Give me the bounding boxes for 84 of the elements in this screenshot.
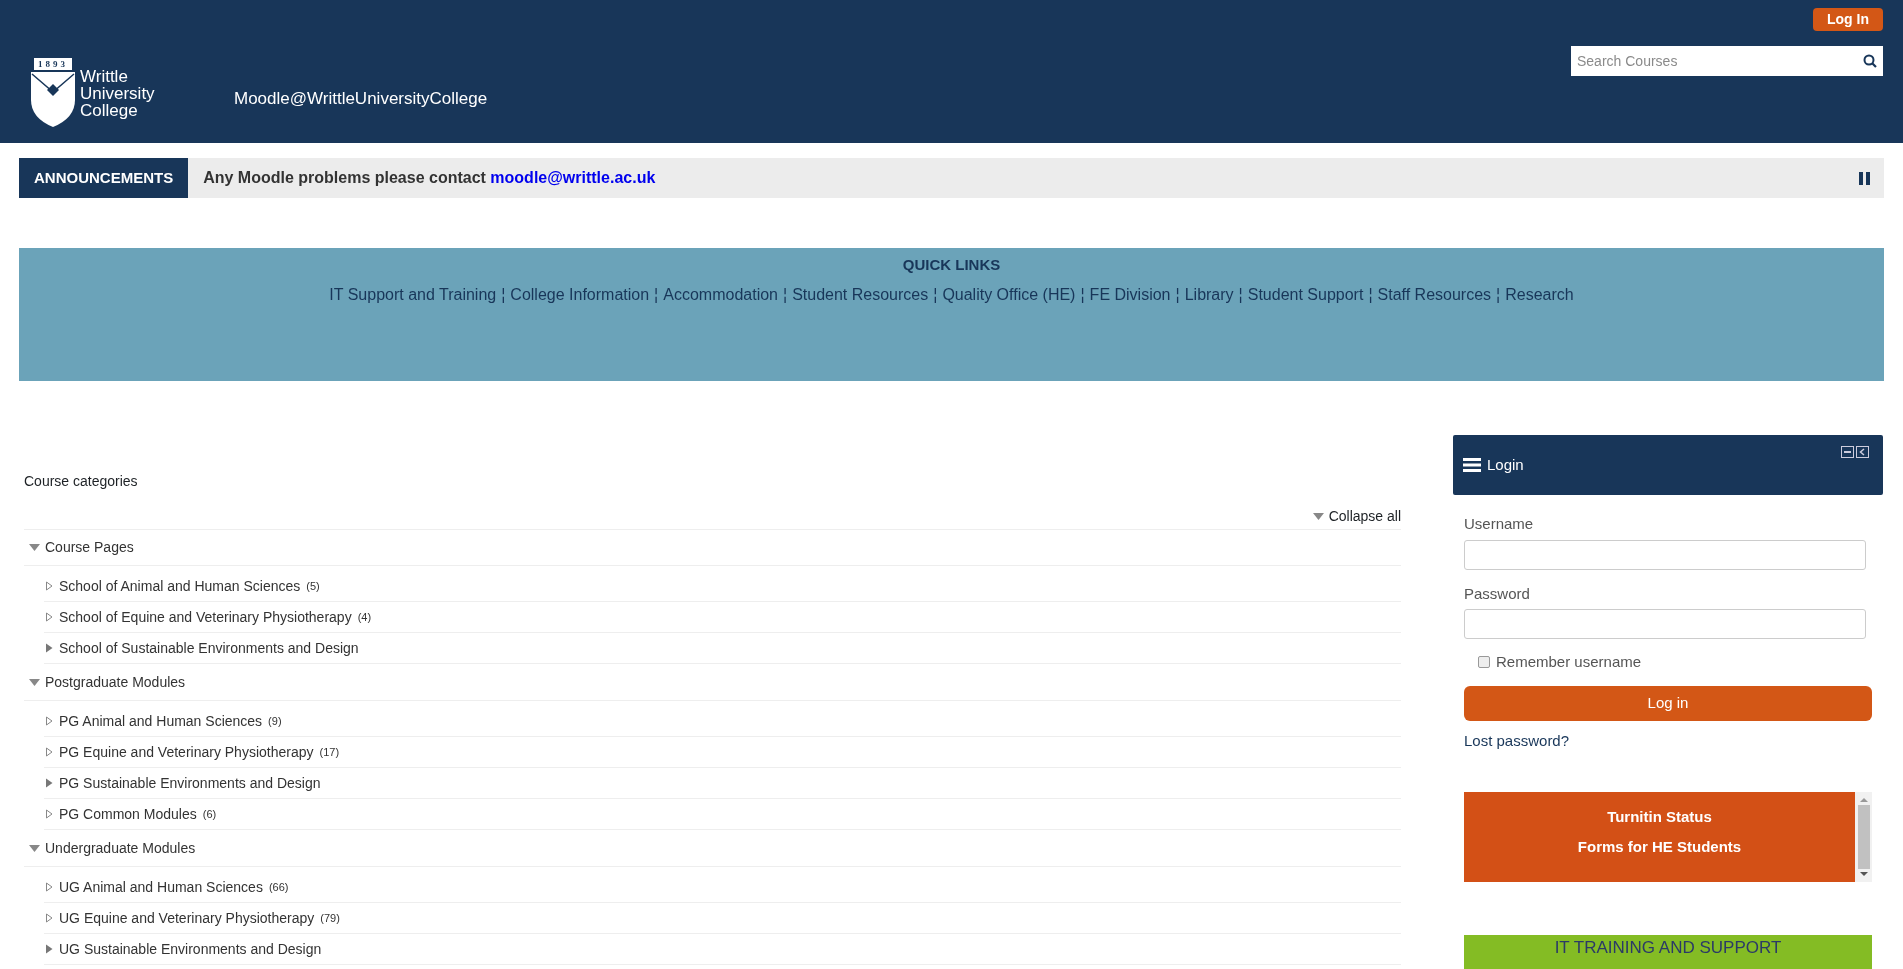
logo-year: 1893 — [34, 58, 72, 70]
logo-text: University — [80, 85, 155, 102]
caret-right-icon[interactable] — [46, 778, 53, 788]
link-separator: ¦ — [501, 284, 506, 305]
password-label: Password — [1464, 583, 1531, 604]
log-in-button[interactable]: Log in — [1464, 685, 1872, 721]
link-separator: ¦ — [654, 284, 659, 305]
caret-right-outline-icon[interactable] — [46, 581, 53, 591]
category-link[interactable]: Undergraduate Modules — [45, 838, 196, 859]
link-separator: ¦ — [1175, 284, 1180, 305]
quick-links-title: QUICK LINKS — [902, 255, 1001, 275]
subcategory-link[interactable]: PG Sustainable Environments and Design — [59, 772, 321, 794]
caret-down-icon[interactable] — [29, 679, 40, 686]
site-title[interactable]: Moodle@WrittleUniversityCollege — [234, 86, 488, 112]
login-button[interactable]: Log In — [1813, 8, 1883, 31]
remember-username-label[interactable]: Remember username — [1496, 651, 1642, 674]
category-link[interactable]: Postgraduate Modules — [45, 672, 186, 693]
quick-link[interactable]: Student Support — [1247, 282, 1364, 307]
caret-down-icon[interactable] — [29, 544, 40, 551]
subcategory-link[interactable]: UG Equine and Veterinary Physiotherapy — [59, 907, 315, 929]
email-link[interactable]: moodle@writtle.ac.uk — [490, 169, 656, 186]
quick-link[interactable]: Student Resources — [792, 282, 929, 307]
username-field[interactable] — [1464, 539, 1866, 570]
shield-icon — [30, 70, 76, 128]
subcategory-link[interactable]: PG Equine and Veterinary Physiotherapy — [59, 741, 314, 763]
lost-password-link[interactable]: Lost password? — [1464, 729, 1872, 752]
subcategory-link[interactable]: School of Animal and Human Sciences — [59, 575, 301, 597]
menu-icon — [1463, 458, 1481, 472]
link-separator: ¦ — [783, 284, 788, 305]
quick-link[interactable]: Library — [1184, 282, 1234, 307]
quick-link[interactable]: Staff Resources — [1377, 282, 1492, 307]
collapse-all-link[interactable]: Collapse all — [1312, 506, 1401, 527]
it-training-title[interactable]: IT TRAINING AND SUPPORT — [1554, 935, 1782, 969]
quick-link[interactable]: Accommodation — [663, 282, 778, 307]
subcategory-link[interactable]: School of Equine and Veterinary Physiotherapy — [59, 606, 352, 628]
subcategory-link[interactable]: PG Common Modules — [59, 803, 197, 825]
course-categories-title: Course categories — [24, 472, 139, 491]
caret-right-outline-icon[interactable] — [46, 913, 53, 923]
turnitin-link[interactable]: Turnitin Status — [1607, 805, 1712, 828]
search-icon[interactable] — [1863, 54, 1877, 68]
caret-right-outline-icon[interactable] — [46, 809, 53, 819]
login-block-title: Login — [1487, 454, 1524, 475]
caret-right-icon[interactable] — [46, 643, 53, 653]
course-count: (6) — [202, 806, 217, 822]
course-count: (9) — [268, 713, 282, 729]
quick-link[interactable]: Quality Office (HE) — [942, 282, 1076, 307]
caret-right-outline-icon[interactable] — [46, 747, 53, 757]
caret-down-icon — [1312, 513, 1324, 520]
link-separator: ¦ — [1368, 284, 1373, 305]
logo-text: Writtle — [80, 68, 129, 85]
caret-right-icon[interactable] — [46, 944, 53, 954]
scrollbar[interactable] — [1855, 792, 1872, 882]
caret-right-outline-icon[interactable] — [46, 716, 53, 726]
search-field[interactable]: Search Courses — [1571, 46, 1883, 76]
link-separator: ¦ — [1080, 284, 1085, 305]
subcategory-link[interactable]: UG Sustainable Environments and Design — [59, 938, 322, 960]
quick-link[interactable]: Research — [1505, 282, 1574, 307]
caret-right-outline-icon[interactable] — [46, 882, 53, 892]
course-count: (79) — [320, 910, 340, 926]
checkbox[interactable] — [1478, 656, 1490, 669]
link-separator: ¦ — [933, 284, 938, 305]
subcategory-link[interactable]: PG Animal and Human Sciences — [59, 710, 263, 732]
window-controls-icon[interactable] — [1841, 446, 1869, 458]
quick-link[interactable]: FE Division — [1089, 282, 1171, 307]
category-link[interactable]: Course Pages — [45, 537, 134, 558]
quick-link[interactable]: College Information — [510, 282, 650, 307]
link-separator: ¦ — [1496, 284, 1501, 305]
announcement-text: Any Moodle problems please contact moodle@writtle.ac.uk — [203, 168, 657, 188]
subcategory-link[interactable]: School of Sustainable Environments and Design — [59, 637, 359, 659]
announcements-label: ANNOUNCEMENTS — [19, 158, 189, 198]
course-count: (17) — [319, 744, 340, 760]
quick-link[interactable]: IT Support and Training — [329, 282, 497, 307]
caret-right-outline-icon[interactable] — [46, 612, 53, 622]
caret-down-icon[interactable] — [29, 845, 40, 852]
logo-text: College — [80, 102, 138, 119]
course-count: (4) — [357, 609, 372, 625]
password-field[interactable] — [1464, 609, 1866, 639]
pause-icon[interactable] — [1859, 171, 1870, 185]
link-separator: ¦ — [1238, 284, 1243, 305]
subcategory-link[interactable]: UG Animal and Human Sciences — [59, 876, 263, 898]
course-count: (5) — [306, 578, 320, 594]
username-label: Username — [1464, 514, 1535, 534]
course-count: (66) — [268, 879, 289, 895]
turnitin-link[interactable]: Forms for HE Students — [1577, 836, 1742, 859]
